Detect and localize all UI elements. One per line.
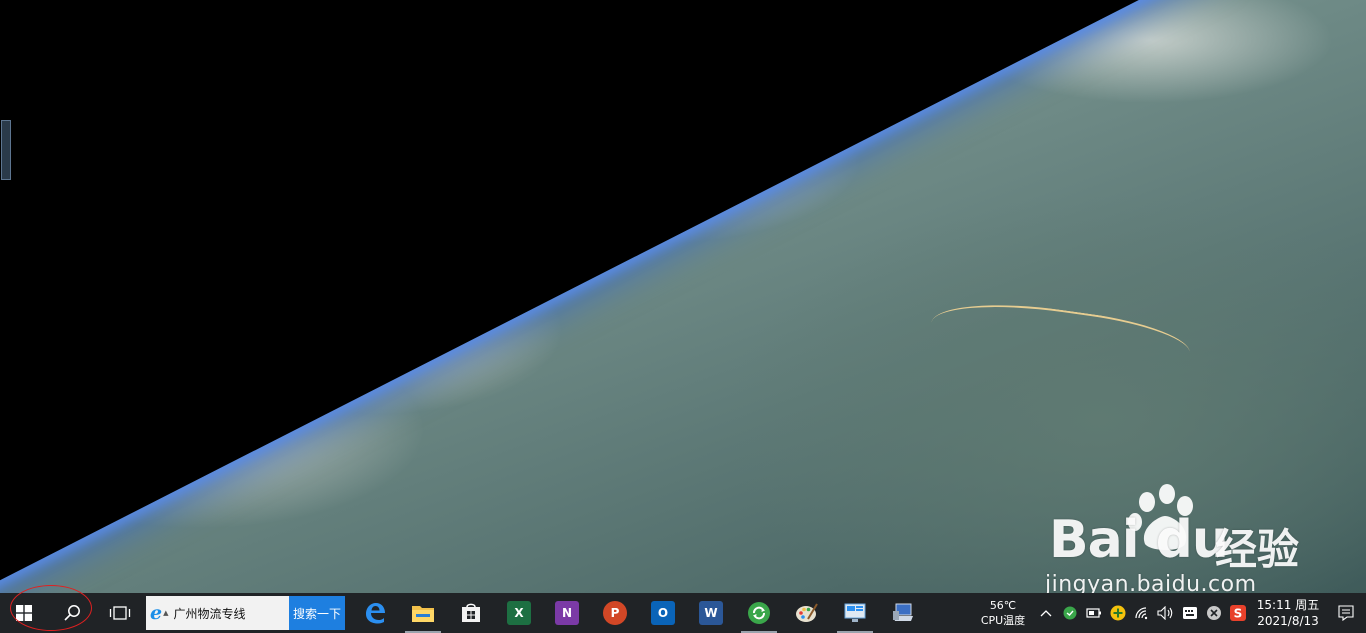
taskbar-app-onenote[interactable]: N (543, 593, 591, 633)
ie-search-widget: e ▲ 搜索一下 (146, 596, 345, 630)
tray-wifi[interactable] (1130, 593, 1154, 633)
taskbar-app-store[interactable] (447, 593, 495, 633)
start-button[interactable] (0, 593, 48, 633)
taskbar-app-edge[interactable] (351, 593, 399, 633)
laptop-icon (893, 603, 913, 621)
search-button[interactable] (48, 593, 96, 633)
refresh-icon (748, 602, 770, 624)
tray-plus-app[interactable] (1106, 593, 1130, 633)
wifi-icon (1135, 607, 1148, 620)
taskbar-app-excel[interactable]: X (495, 593, 543, 633)
search-input[interactable] (171, 606, 284, 620)
watermark-brand: Bai du (1049, 510, 1229, 570)
search-submit-button[interactable]: 搜索一下 (289, 596, 345, 630)
powerpoint-icon: P (603, 601, 627, 625)
tray-keyboard[interactable] (1178, 593, 1202, 633)
taskbar-app-paint[interactable] (783, 593, 831, 633)
watermark-brand-cn: 经验 (1215, 525, 1300, 574)
baidu-jingyan-watermark: Bai du 经验 jingyan.baidu.com (1045, 482, 1345, 597)
svg-text:S: S (1234, 607, 1243, 621)
taskbar-clock[interactable]: 15:11 周五 2021/8/13 (1250, 597, 1326, 629)
taskbar-app-file-explorer[interactable] (399, 593, 447, 633)
space-horizon (0, 0, 1219, 593)
taskbar-app-word[interactable]: W (687, 593, 735, 633)
clock-weekday: 周五 (1295, 598, 1320, 612)
taskbar: e ▲ 搜索一下 X N P O (0, 593, 1366, 633)
action-center-button[interactable] (1326, 593, 1366, 633)
tray-close-app[interactable] (1202, 593, 1226, 633)
onenote-icon: N (555, 601, 579, 625)
close-circle-icon (1207, 606, 1221, 620)
store-icon (462, 603, 480, 622)
word-icon: W (699, 601, 723, 625)
edge-icon (366, 603, 385, 624)
taskbar-app-powerpoint[interactable]: P (591, 593, 639, 633)
tray-volume[interactable] (1154, 593, 1178, 633)
ie-icon[interactable]: e (150, 603, 162, 623)
taskbar-app-network[interactable] (879, 593, 927, 633)
search-field: e ▲ (146, 596, 289, 630)
river-highlight (926, 292, 1194, 390)
palette-icon (796, 603, 818, 622)
taskbar-app-green[interactable] (735, 593, 783, 633)
folder-icon (412, 606, 434, 622)
taskbar-app-control-panel[interactable] (831, 593, 879, 633)
cpu-temp-label: CPU温度 (980, 614, 1026, 627)
search-icon (64, 605, 80, 621)
clock-date: 2021/8/13 (1257, 614, 1319, 628)
tray-sogou-ime[interactable]: S (1226, 593, 1250, 633)
windows-logo-icon (16, 605, 32, 621)
side-dock-handle[interactable] (1, 120, 11, 180)
task-view-icon (109, 606, 131, 620)
monitor-icon (844, 603, 866, 622)
show-hidden-icons-button[interactable] (1034, 593, 1058, 633)
caret-up-icon[interactable]: ▲ (163, 609, 168, 617)
plus-icon (1110, 605, 1126, 621)
excel-icon: X (507, 601, 531, 625)
cpu-temp-value: 56℃ (989, 599, 1017, 612)
keyboard-icon (1183, 607, 1197, 619)
task-view-button[interactable] (96, 593, 144, 633)
taskbar-app-outlook[interactable]: O (639, 593, 687, 633)
battery-icon (1086, 608, 1101, 618)
notification-icon (1338, 605, 1354, 621)
green-circle-icon (1063, 606, 1077, 620)
tray-battery[interactable] (1082, 593, 1106, 633)
outlook-icon: O (651, 601, 675, 625)
chevron-up-icon (1040, 610, 1052, 617)
sogou-s-icon: S (1230, 605, 1246, 621)
tray-green-app[interactable] (1058, 593, 1082, 633)
system-tray: 56℃ CPU温度 S 15:11 周五 2021/8/13 (972, 593, 1366, 633)
cpu-temperature[interactable]: 56℃ CPU温度 (972, 598, 1034, 628)
volume-icon (1157, 606, 1173, 620)
clock-time: 15:11 (1256, 598, 1292, 612)
